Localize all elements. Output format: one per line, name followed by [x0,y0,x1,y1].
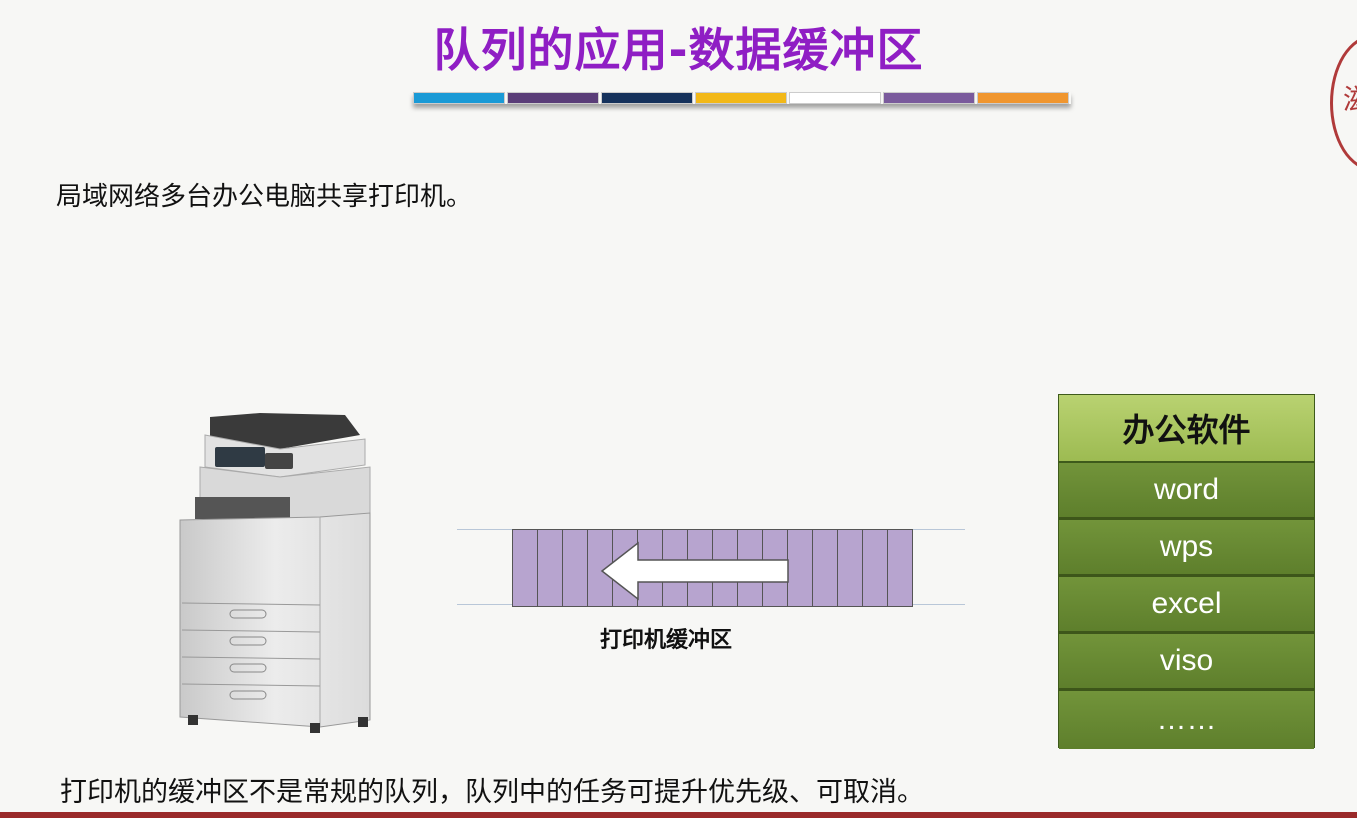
software-item: word [1059,463,1314,520]
title-bar-segment [413,92,505,104]
buffer-cell [863,530,888,606]
buffer-cell [888,530,912,606]
software-item: …… [1059,691,1314,749]
footer-text: 打印机的缓冲区不是常规的队列，队列中的任务可提升优先级、可取消。 [60,777,924,808]
buffer-cell [563,530,588,606]
title-bar-segment [883,92,975,104]
intro-text: 局域网络多台办公电脑共享打印机。 [56,182,473,212]
buffer-cell [838,530,863,606]
buffer-cell [513,530,538,606]
arrow-left-icon [600,541,789,601]
title-bar-segment [977,92,1069,104]
software-header: 办公软件 [1059,395,1314,463]
software-item: viso [1059,634,1314,691]
seal-char: 滋 [1343,78,1357,118]
software-item: wps [1059,520,1314,577]
title-bar-segment [507,92,599,104]
software-item: excel [1059,577,1314,634]
title-bar-segment [601,92,693,104]
buffer-label: 打印机缓冲区 [600,628,733,653]
title-bar-segment [789,92,881,104]
title-color-bar [413,92,1071,104]
bottom-border [0,812,1357,818]
buffer-cell [813,530,838,606]
office-software-list: 办公软件 word wps excel viso …… [1058,394,1315,749]
buffer-cell [538,530,563,606]
slide-title: 队列的应用-数据缓冲区 [433,23,924,77]
printer-icon [179,413,371,733]
title-bar-segment [695,92,787,104]
